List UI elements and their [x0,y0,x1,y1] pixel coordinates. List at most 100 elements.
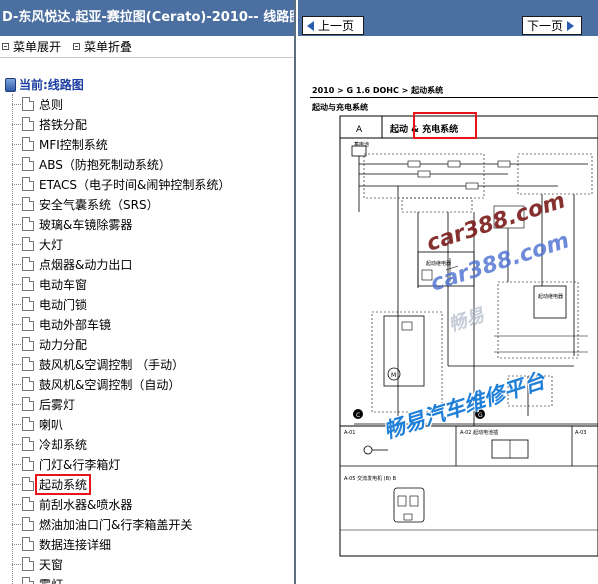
tree-item[interactable]: 电动车窗 [12,274,294,294]
navigation-panel: D-东风悦达.起亚-赛拉图(Cerato)-2010-- 线路图. 菜单展开 菜… [0,0,296,584]
connector-a05-label: A-05 交流发电机 (B) B [344,475,397,482]
starter-relay-label: 起动继电器 [426,260,451,267]
tree-item[interactable]: 冷却系统 [12,434,294,454]
tree-item-label: 鼓风机&空调控制 （手动） [39,357,185,372]
tree-root[interactable]: 当前:线路图 [4,74,294,94]
arrow-left-icon [307,20,314,31]
menu-toolbar: 菜单展开 菜单折叠 [0,36,294,58]
tree-item[interactable]: ABS（防抱死制动系统） [12,154,294,174]
tree-item-label: 门灯&行李箱灯 [39,457,121,472]
collapse-box-icon [73,43,81,50]
document-icon [22,577,34,584]
tree-item-label: 喇叭 [39,417,64,432]
wiring-diagram-page: 2010 > G 1.6 DOHC > 起动系统 起动与充电系统 A 起动 & … [298,36,598,584]
arrow-right-icon [567,20,575,31]
connector-a02-label: A-02 起动电池插 [460,429,498,436]
svg-text:C: C [356,412,360,419]
document-icon [22,397,34,411]
tree-item[interactable]: 鼓风机&空调控制（自动） [12,374,294,394]
document-icon [22,97,34,111]
tree-item[interactable]: 安全气囊系统（SRS） [12,194,294,214]
tree-item-label: 电动门锁 [39,297,88,312]
document-icon [22,337,34,351]
tree-item-label: 电动外部车镜 [39,317,112,332]
section-title: 起动 & 充电系统 [389,123,458,135]
tree-item[interactable]: 电动外部车镜 [12,314,294,334]
tree-item-list: 总则搭铁分配 MFI控制系统 ABS（防抱死制动系统） ETACS（电子时间&闹钟控制… [12,94,294,584]
tree-item-label: 搭铁分配 [39,117,88,132]
tree-item[interactable]: 雾灯 [12,574,294,584]
content-panel: 上一页 下一页 2010 > G 1.6 DOHC > 起动系统 起动与充电系统… [298,0,598,584]
tree-item-label: 雾灯 [39,576,63,584]
collapse-menu-label: 菜单折叠 [84,40,133,54]
tree-root-label: 当前:线路图 [19,77,84,92]
tree-item-label: ABS（防抱死制动系统） [39,157,171,172]
document-icon [22,117,34,131]
tree-item[interactable]: 动力分配 [12,334,294,354]
tree-item-label: 起动系统 [35,473,92,495]
svg-text:G: G [478,412,483,419]
document-icon [22,317,34,331]
document-icon [22,477,34,491]
tree-item-label: 数据连接详细 [39,537,112,552]
document-icon [22,137,34,151]
document-icon [22,197,34,211]
tree-item[interactable]: 点烟器&动力出口 [12,254,294,274]
tree-item[interactable]: 前刮水器&喷水器 [12,494,294,514]
tree-item-label: 点烟器&动力出口 [39,257,133,272]
document-icon [22,497,34,511]
tree-item[interactable]: 门灯&行李箱灯 [12,454,294,474]
next-page-button[interactable]: 下一页 [522,16,582,35]
document-icon [22,277,34,291]
tree-item-label: 后雾灯 [39,397,76,412]
expand-menu-link[interactable]: 菜单展开 [2,38,61,55]
tree-item-label: 安全气囊系统（SRS） [39,197,159,212]
connector-a01-label: A-01 [344,430,355,436]
document-tree: 当前:线路图 总则搭铁分配 MFI控制系统 ABS（防抱死制动系统） ETACS（电子… [0,58,294,584]
document-icon [22,517,34,531]
tree-item[interactable]: 玻璃&车镜除雾器 [12,214,294,234]
tree-item-label: ETACS（电子时间&闹钟控制系统） [39,177,231,192]
document-icon [22,437,34,451]
tree-item[interactable]: 喇叭 [12,414,294,434]
tree-item[interactable]: 数据连接详细 [12,534,294,554]
tree-item[interactable]: 鼓风机&空调控制 （手动） [12,354,294,374]
collapse-menu-link[interactable]: 菜单折叠 [73,38,132,55]
document-icon [22,377,34,391]
tree-item-label: 燃油加油口门&行李箱盖开关 [39,517,193,532]
document-icon [22,417,34,431]
tree-item[interactable]: 电动门锁 [12,294,294,314]
tree-item[interactable]: 起动系统 [12,473,294,495]
connector-a03-label: A-03 [575,430,586,436]
tree-item[interactable]: ETACS（电子时间&闹钟控制系统） [12,174,294,194]
wiring-diagram: A 起动 & 充电系统 蓄电池 起动继电器 起动继电器 M C G A-01 A… [339,112,598,557]
document-icon [22,257,34,271]
document-icon [22,357,34,371]
document-icon [22,537,34,551]
tree-item-label: 玻璃&车镜除雾器 [39,217,133,232]
document-icon [22,177,34,191]
document-icon [22,457,34,471]
tree-item[interactable]: 总则 [12,94,294,114]
tree-item-label: 前刮水器&喷水器 [39,497,133,512]
prev-page-label: 上一页 [318,19,355,33]
svg-text:M: M [391,372,396,379]
next-page-label: 下一页 [527,19,564,33]
tree-item[interactable]: MFI控制系统 [12,134,294,154]
collapse-box-icon [2,43,9,50]
tree-item-label: 冷却系统 [39,437,88,452]
tree-item[interactable]: 后雾灯 [12,394,294,414]
tree-item[interactable]: 大灯 [12,234,294,254]
document-title: D-东风悦达.起亚-赛拉图(Cerato)-2010-- 线路图. [0,0,294,36]
document-icon [22,237,34,251]
tree-item-label: MFI控制系统 [39,137,108,152]
tree-item[interactable]: 天窗 [12,554,294,574]
document-icon [22,157,34,171]
document-icon [22,297,34,311]
book-icon [4,77,16,92]
tree-item[interactable]: 燃油加油口门&行李箱盖开关 [12,514,294,534]
section-letter: A [356,125,363,135]
start-relay2-label: 起动继电器 [538,293,563,300]
prev-page-button[interactable]: 上一页 [302,16,364,35]
tree-item[interactable]: 搭铁分配 [12,114,294,134]
